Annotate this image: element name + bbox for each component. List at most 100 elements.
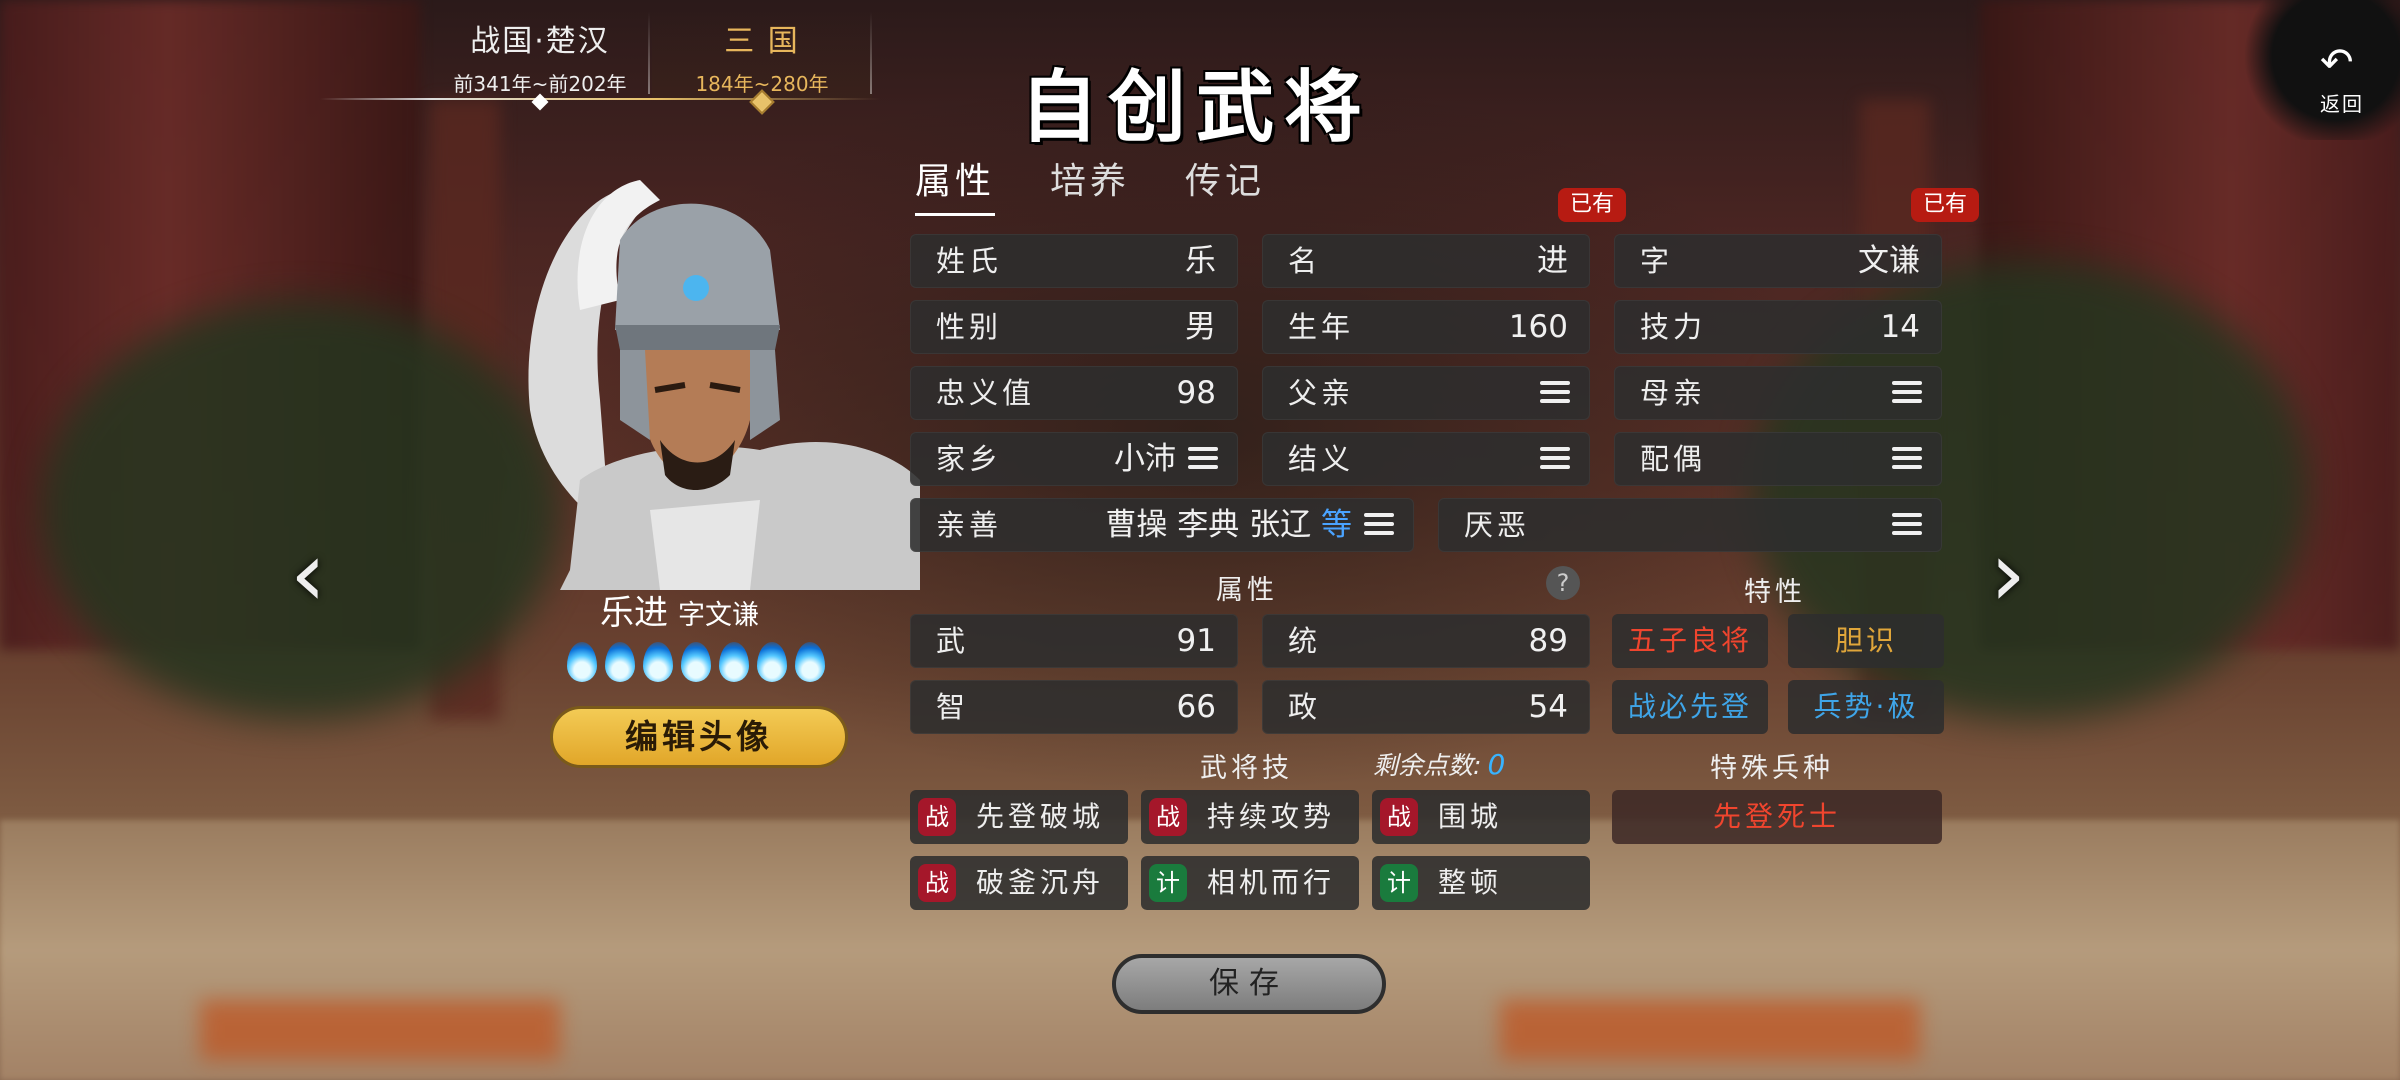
stat-force[interactable]: 武 91 [910, 614, 1238, 668]
stat-label: 武 [936, 624, 970, 658]
field-value: 男 [1185, 309, 1216, 345]
field-label: 性别 [936, 310, 1003, 344]
trait-item[interactable]: 战必先登 [1612, 680, 1768, 734]
page-title: 自创武将 [1020, 62, 1373, 153]
field-label: 字 [1640, 244, 1674, 278]
field-label: 生年 [1288, 310, 1355, 344]
skill-name: 相机而行 [1207, 866, 1336, 899]
skill-item[interactable]: 战 围城 [1372, 790, 1590, 844]
battle-tag: 战 [1149, 798, 1187, 836]
era-name: 战国·楚汉 [470, 24, 610, 59]
tab-biography[interactable]: 传记 [1185, 152, 1265, 214]
father-field[interactable]: 父亲 [1262, 366, 1590, 420]
friendly-more: 等 [1321, 507, 1352, 543]
hamburger-menu-icon[interactable] [1892, 447, 1922, 471]
stat-politics[interactable]: 政 54 [1262, 680, 1590, 734]
hamburger-menu-icon[interactable] [1540, 381, 1570, 405]
chevron-right-icon[interactable]: › [1990, 530, 2026, 620]
stat-value: 66 [1176, 689, 1216, 725]
skill-item[interactable]: 计 相机而行 [1141, 856, 1359, 910]
courtesy-owned-badge: 已有 [1911, 188, 1980, 222]
sworn-field[interactable]: 结义 [1262, 432, 1590, 486]
skill-name: 破釜沉舟 [976, 866, 1105, 899]
skill-power-field[interactable]: 技力 14 [1614, 300, 1942, 354]
save-button[interactable]: 保存 [1112, 954, 1386, 1014]
stat-value: 91 [1176, 623, 1216, 659]
trait-item[interactable]: 胆识 [1788, 614, 1944, 668]
blue-flame-icon [719, 642, 749, 682]
era-warring-states[interactable]: 战国·楚汉 前341年~前202年 [430, 12, 650, 111]
era-three-kingdoms[interactable]: 三 国 184年~280年 [652, 12, 872, 115]
field-label: 技力 [1640, 310, 1707, 344]
skill-name: 整顿 [1438, 866, 1503, 899]
traits-header: 特性 [1744, 577, 1806, 608]
general-portrait [500, 150, 920, 590]
stat-value: 54 [1528, 689, 1568, 725]
remaining-points: 剩余点数: 0 [1373, 746, 1505, 782]
surname-field[interactable]: 姓氏 乐 [910, 234, 1238, 288]
blue-flame-icon [605, 642, 635, 682]
attributes-header: 属性 [1216, 575, 1278, 606]
era-selector: 战国·楚汉 前341年~前202年 三 国 184年~280年 [320, 12, 880, 115]
back-button[interactable]: ↶ 返回 [2240, 0, 2400, 140]
loyalty-field[interactable]: 忠义值 98 [910, 366, 1238, 420]
remaining-value: 0 [1487, 748, 1506, 781]
field-value: 曹操 李典 张辽 等 [1105, 498, 1352, 552]
field-value: 文谦 [1858, 243, 1920, 279]
hamburger-menu-icon[interactable] [1540, 447, 1570, 471]
back-label: 返回 [2320, 92, 2364, 116]
field-value: 小沛 [1114, 441, 1176, 477]
blue-flame-icon [681, 642, 711, 682]
field-label: 忠义值 [936, 376, 1036, 410]
hero-courtesy: 字文谦 [678, 600, 759, 631]
mother-field[interactable]: 母亲 [1614, 366, 1942, 420]
field-label: 父亲 [1288, 376, 1355, 410]
stat-intellect[interactable]: 智 66 [910, 680, 1238, 734]
friendly-field[interactable]: 亲善 曹操 李典 张辽 等 [910, 498, 1414, 552]
hamburger-menu-icon[interactable] [1892, 513, 1922, 537]
field-label: 厌恶 [1464, 508, 1531, 542]
birth-year-field[interactable]: 生年 160 [1262, 300, 1590, 354]
skill-item[interactable]: 战 先登破城 [910, 790, 1128, 844]
blue-flame-icon [795, 642, 825, 682]
tab-training[interactable]: 培养 [1050, 152, 1130, 214]
field-label: 结义 [1288, 442, 1355, 476]
strategy-tag: 计 [1380, 864, 1418, 902]
battle-tag: 战 [918, 864, 956, 902]
edit-avatar-button[interactable]: 编辑头像 [550, 706, 848, 768]
stat-label: 政 [1288, 690, 1322, 724]
hamburger-menu-icon[interactable] [1188, 447, 1218, 471]
stat-command[interactable]: 统 89 [1262, 614, 1590, 668]
trait-item[interactable]: 五子良将 [1612, 614, 1768, 668]
hamburger-menu-icon[interactable] [1892, 381, 1922, 405]
hero-name: 乐进 字文谦 [600, 585, 759, 634]
field-value: 进 [1537, 243, 1568, 279]
blue-flame-icon [567, 642, 597, 682]
given-name-field[interactable]: 名 进 [1262, 234, 1590, 288]
skill-item[interactable]: 战 破釜沉舟 [910, 856, 1128, 910]
spouse-field[interactable]: 配偶 [1614, 432, 1942, 486]
chevron-left-icon[interactable]: ‹ [290, 530, 326, 620]
gender-field[interactable]: 性别 男 [910, 300, 1238, 354]
dislike-field[interactable]: 厌恶 [1438, 498, 1942, 552]
skill-item[interactable]: 战 持续攻势 [1141, 790, 1359, 844]
trait-item[interactable]: 兵势·极 [1788, 680, 1944, 734]
undo-arrow-icon: ↶ [2320, 40, 2354, 86]
question-icon[interactable]: ? [1546, 566, 1580, 600]
field-value: 98 [1176, 375, 1216, 411]
field-label: 配偶 [1640, 442, 1707, 476]
hero-given-name: 乐进 [600, 593, 668, 633]
era-name: 三 国 [724, 24, 800, 59]
hamburger-menu-icon[interactable] [1364, 513, 1394, 537]
hometown-field[interactable]: 家乡 小沛 [910, 432, 1238, 486]
field-value: 乐 [1185, 243, 1216, 279]
skill-name: 先登破城 [976, 800, 1105, 833]
courtesy-name-field[interactable]: 字 文谦 [1614, 234, 1942, 288]
battle-tag: 战 [1380, 798, 1418, 836]
blue-flame-icon [643, 642, 673, 682]
tab-attributes[interactable]: 属性 [915, 152, 996, 216]
special-troop-value[interactable]: 先登死士 [1612, 790, 1942, 844]
stat-value: 89 [1528, 623, 1568, 659]
field-label: 亲善 [936, 508, 1003, 542]
skill-item[interactable]: 计 整顿 [1372, 856, 1590, 910]
